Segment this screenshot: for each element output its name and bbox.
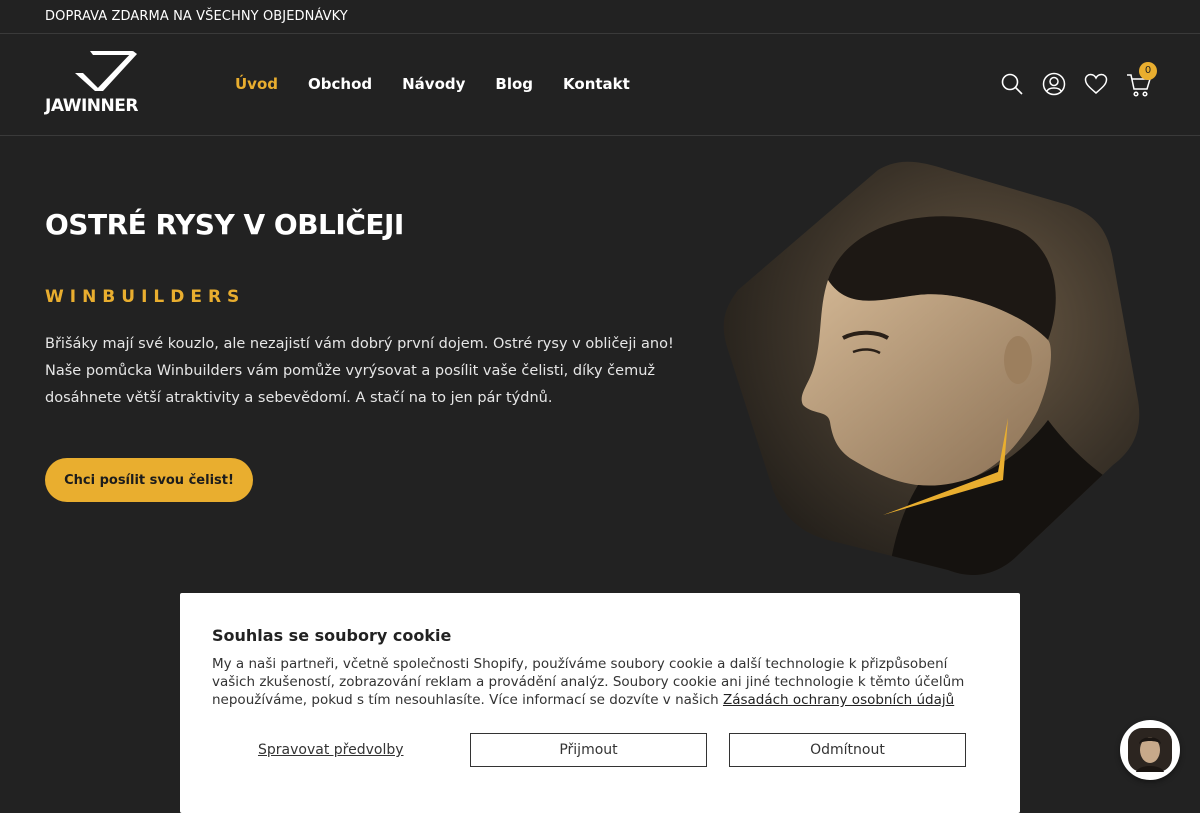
user-icon[interactable]: [1042, 72, 1066, 96]
cookie-title: Souhlas se soubory cookie: [212, 626, 452, 645]
announcement-text: DOPRAVA ZDARMA NA VŠECHNY OBJEDNÁVKY: [45, 9, 348, 24]
cookie-text: My a naši partneři, včetně společnosti S…: [212, 655, 992, 709]
nav-item-obchod[interactable]: Obchod: [308, 75, 372, 93]
nav-item-uvod[interactable]: Úvod: [235, 75, 278, 93]
nav-item-navody[interactable]: Návody: [402, 75, 465, 93]
search-icon[interactable]: [1000, 72, 1024, 96]
site-header: JAWINNER Úvod Obchod Návody Blog Kontakt: [0, 35, 1200, 136]
decline-button[interactable]: Odmítnout: [729, 733, 966, 767]
logo-text: JAWINNER: [45, 96, 138, 116]
hero-title: OSTRÉ RYSY V OBLIČEJI: [45, 208, 404, 241]
manage-preferences-link[interactable]: Spravovat předvolby: [258, 742, 404, 758]
announcement-bar: DOPRAVA ZDARMA NA VŠECHNY OBJEDNÁVKY: [0, 0, 1200, 34]
cookie-consent-dialog: Souhlas se soubory cookie My a naši part…: [180, 593, 1020, 813]
nav-item-blog[interactable]: Blog: [495, 75, 533, 93]
cart-icon[interactable]: 0: [1126, 62, 1157, 97]
cart-count-badge: 0: [1139, 62, 1157, 80]
hero-portrait-image: [718, 160, 1148, 584]
hero-cta-button[interactable]: Chci posílit svou čelist!: [45, 458, 253, 502]
header-icons: 0: [1000, 62, 1157, 97]
logo-check-icon: [75, 51, 137, 91]
main-nav: Úvod Obchod Návody Blog Kontakt: [235, 75, 630, 93]
heart-icon[interactable]: [1084, 72, 1108, 96]
hero-description: Břišáky mají své kouzlo, ale nezajistí v…: [45, 336, 674, 406]
nav-item-kontakt[interactable]: Kontakt: [563, 75, 630, 93]
logo[interactable]: JAWINNER: [45, 51, 145, 117]
chat-avatar-icon: [1128, 728, 1172, 772]
chat-widget-button[interactable]: [1120, 720, 1180, 780]
accept-button[interactable]: Přijmout: [470, 733, 707, 767]
hero-subtitle: WINBUILDERS: [45, 287, 246, 307]
privacy-policy-link[interactable]: Zásadách ochrany osobních údajů: [723, 692, 954, 708]
